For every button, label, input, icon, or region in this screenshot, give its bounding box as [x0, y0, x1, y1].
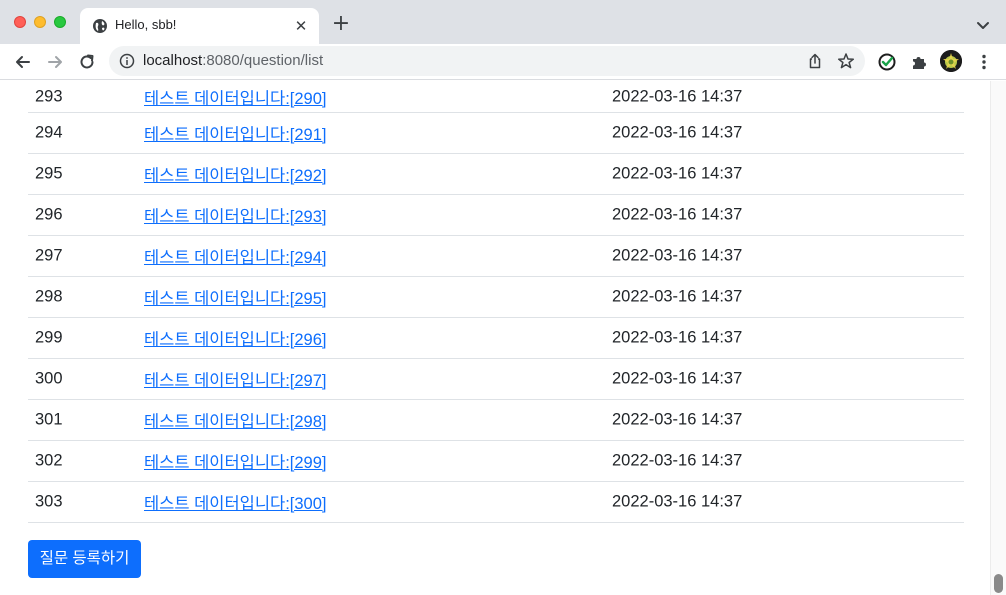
table-row: 299 테스트 데이터입니다:[296] 2022-03-16 14:37	[28, 318, 964, 359]
question-number: 298	[35, 287, 63, 306]
question-subject-link[interactable]: 테스트 데이터입니다:[292]	[144, 162, 327, 186]
question-date: 2022-03-16 14:37	[612, 164, 743, 183]
question-date: 2022-03-16 14:37	[612, 287, 743, 306]
question-number: 301	[35, 410, 63, 429]
question-date: 2022-03-16 14:37	[612, 205, 743, 224]
question-number: 293	[35, 87, 63, 105]
question-subject-link[interactable]: 테스트 데이터입니다:[290]	[144, 85, 327, 109]
avatar[interactable]	[940, 50, 962, 72]
question-table: 293 테스트 데이터입니다:[290] 2022-03-16 14:37 294 테스…	[28, 81, 964, 523]
question-number: 296	[35, 205, 63, 224]
check-circle-icon[interactable]	[877, 52, 897, 72]
arrow-left-icon[interactable]	[13, 52, 33, 72]
question-date: 2022-03-16 14:37	[612, 328, 743, 347]
question-subject-link[interactable]: 테스트 데이터입니다:[295]	[144, 285, 327, 309]
chevron-down-icon[interactable]	[973, 15, 993, 35]
question-subject-link[interactable]: 테스트 데이터입니다:[296]	[144, 326, 327, 350]
browser-toolbar: localhost:8080/question/list	[0, 44, 1006, 80]
question-date: 2022-03-16 14:37	[612, 87, 743, 105]
tab-active[interactable]: Hello, sbb! ✕	[80, 8, 319, 44]
tab-strip: Hello, sbb! ✕ +	[0, 0, 1006, 44]
question-subject-link[interactable]: 테스트 데이터입니다:[300]	[144, 490, 327, 514]
url-text[interactable]: localhost:8080/question/list	[143, 52, 323, 69]
address-bar[interactable]: localhost:8080/question/list	[109, 46, 865, 76]
question-number: 302	[35, 451, 63, 470]
question-number: 295	[35, 164, 63, 183]
page-content: 293 테스트 데이터입니다:[290] 2022-03-16 14:37 294 테스…	[0, 81, 990, 595]
globe-icon	[93, 19, 107, 33]
table-row: 295 테스트 데이터입니다:[292] 2022-03-16 14:37	[28, 154, 964, 195]
arrow-right-icon[interactable]	[45, 52, 65, 72]
question-subject-link[interactable]: 테스트 데이터입니다:[297]	[144, 367, 327, 391]
zoom-window-button[interactable]	[54, 16, 66, 28]
create-question-button[interactable]: 질문 등록하기	[28, 540, 141, 578]
star-icon[interactable]	[837, 52, 855, 70]
kebab-menu-icon[interactable]	[974, 52, 994, 72]
info-icon[interactable]	[119, 53, 135, 69]
plus-icon[interactable]: +	[330, 13, 352, 35]
puzzle-icon[interactable]	[909, 52, 929, 72]
question-date: 2022-03-16 14:37	[612, 410, 743, 429]
table-row: 294 테스트 데이터입니다:[291] 2022-03-16 14:37	[28, 113, 964, 154]
question-subject-link[interactable]: 테스트 데이터입니다:[299]	[144, 449, 327, 473]
url-path: :8080/question/list	[202, 52, 324, 69]
table-row: 300 테스트 데이터입니다:[297] 2022-03-16 14:37	[28, 359, 964, 400]
question-date: 2022-03-16 14:37	[612, 123, 743, 142]
minimize-window-button[interactable]	[34, 16, 46, 28]
close-window-button[interactable]	[14, 16, 26, 28]
question-subject-link[interactable]: 테스트 데이터입니다:[294]	[144, 244, 327, 268]
tab-title: Hello, sbb!	[115, 17, 177, 32]
table-row: 296 테스트 데이터입니다:[293] 2022-03-16 14:37	[28, 195, 964, 236]
table-row: 293 테스트 데이터입니다:[290] 2022-03-16 14:37	[28, 81, 964, 113]
profile-picture	[940, 50, 962, 72]
close-icon[interactable]: ✕	[291, 16, 311, 36]
url-host: localhost	[143, 52, 203, 69]
question-number: 300	[35, 369, 63, 388]
table-row: 303 테스트 데이터입니다:[300] 2022-03-16 14:37	[28, 482, 964, 523]
question-number: 299	[35, 328, 63, 347]
question-date: 2022-03-16 14:37	[612, 369, 743, 388]
vertical-scrollbar[interactable]	[990, 81, 1006, 595]
question-date: 2022-03-16 14:37	[612, 492, 743, 511]
question-subject-link[interactable]: 테스트 데이터입니다:[298]	[144, 408, 327, 432]
share-icon[interactable]	[806, 52, 824, 70]
question-number: 303	[35, 492, 63, 511]
browser-window: Hello, sbb! ✕ + localhost:8080/question/…	[0, 0, 1006, 595]
question-number: 294	[35, 123, 63, 142]
question-subject-link[interactable]: 테스트 데이터입니다:[293]	[144, 203, 327, 227]
reload-icon[interactable]	[77, 52, 97, 72]
question-number: 297	[35, 246, 63, 265]
question-subject-link[interactable]: 테스트 데이터입니다:[291]	[144, 121, 327, 145]
table-row: 298 테스트 데이터입니다:[295] 2022-03-16 14:37	[28, 277, 964, 318]
scrollbar-thumb[interactable]	[994, 574, 1003, 593]
question-date: 2022-03-16 14:37	[612, 246, 743, 265]
table-row: 302 테스트 데이터입니다:[299] 2022-03-16 14:37	[28, 441, 964, 482]
question-date: 2022-03-16 14:37	[612, 451, 743, 470]
table-row: 301 테스트 데이터입니다:[298] 2022-03-16 14:37	[28, 400, 964, 441]
table-row: 297 테스트 데이터입니다:[294] 2022-03-16 14:37	[28, 236, 964, 277]
